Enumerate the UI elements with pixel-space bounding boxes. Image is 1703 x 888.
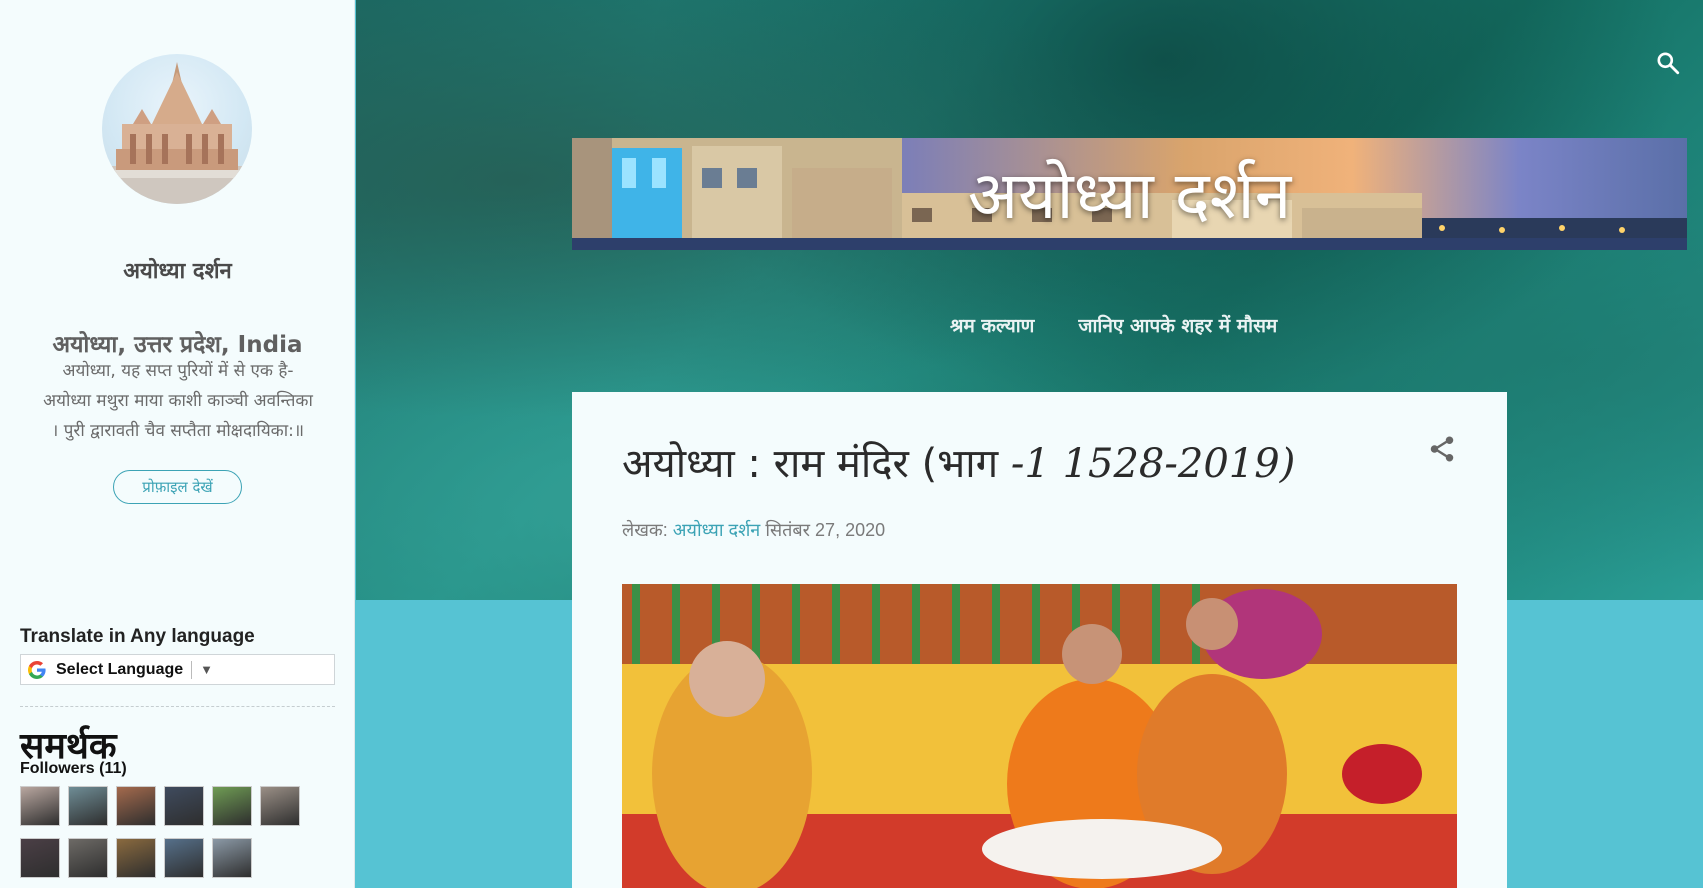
divider: [191, 660, 193, 679]
profile-about: अयोध्या, यह सप्त पुरियों में से एक है- अ…: [18, 356, 338, 446]
post-title-years: -1 1528-2019): [1010, 441, 1296, 487]
post-title-main: अयोध्या : राम मंदिर (भाग: [622, 441, 1011, 487]
author-link[interactable]: अयोध्या दर्शन: [673, 520, 761, 540]
profile-avatar[interactable]: [102, 54, 252, 204]
about-line: । पुरी द्वारावती चैव सप्तैता मोक्षदायिका…: [51, 421, 305, 441]
blog-title[interactable]: अयोध्या दर्शन: [572, 148, 1687, 238]
select-language-label: Select Language: [56, 660, 184, 678]
follower-avatar[interactable]: [212, 838, 252, 878]
post-byline: लेखक: अयोध्या दर्शन सितंबर 27, 2020: [622, 518, 885, 542]
search-icon[interactable]: [1655, 50, 1681, 76]
follower-avatar[interactable]: [164, 786, 204, 826]
view-profile-button[interactable]: प्रोफ़ाइल देखें: [113, 470, 242, 504]
translate-widget-title: Translate in Any language: [20, 626, 255, 647]
follower-avatar[interactable]: [68, 838, 108, 878]
main-nav: श्रम कल्याण जानिए आपके शहर में मौसम: [950, 312, 1277, 338]
nav-link-weather[interactable]: जानिए आपके शहर में मौसम: [1078, 312, 1277, 338]
follower-avatar[interactable]: [212, 786, 252, 826]
follower-avatar[interactable]: [116, 838, 156, 878]
followers-count[interactable]: Followers (11): [20, 760, 127, 778]
post-featured-image[interactable]: [622, 584, 1457, 888]
nav-link-shram-kalyan[interactable]: श्रम कल्याण: [950, 312, 1034, 338]
about-line: अयोध्या, यह सप्त पुरियों में से एक है-: [62, 361, 294, 381]
temple-image: [102, 62, 252, 204]
ceremony-photo: [622, 584, 1457, 888]
sidebar: अयोध्या दर्शन अयोध्या, उत्तर प्रदेश, Ind…: [0, 0, 355, 888]
share-icon[interactable]: [1427, 434, 1457, 464]
profile-location: अयोध्या, उत्तर प्रदेश, India: [52, 332, 303, 358]
follower-avatar[interactable]: [116, 786, 156, 826]
post-card: अयोध्या : राम मंदिर (भाग -1 1528-2019) ल…: [572, 392, 1507, 888]
post-title[interactable]: अयोध्या : राम मंदिर (भाग -1 1528-2019): [622, 434, 1295, 489]
follower-avatar[interactable]: [68, 786, 108, 826]
follower-avatar[interactable]: [164, 838, 204, 878]
follower-avatar[interactable]: [260, 786, 300, 826]
follower-grid: [20, 786, 320, 878]
blog-name[interactable]: अयोध्या दर्शन: [0, 255, 355, 285]
follower-avatar[interactable]: [20, 838, 60, 878]
byline-prefix: लेखक:: [622, 520, 668, 540]
header-banner[interactable]: अयोध्या दर्शन: [572, 138, 1687, 250]
dropdown-arrow-icon: ▼: [200, 662, 214, 677]
language-select[interactable]: Select Language ▼: [20, 654, 335, 685]
post-date: सितंबर 27, 2020: [765, 520, 886, 540]
google-icon: [28, 660, 46, 679]
about-line: अयोध्या मथुरा माया काशी काञ्ची अवन्तिका: [43, 391, 313, 411]
follower-avatar[interactable]: [20, 786, 60, 826]
divider: [20, 706, 335, 707]
